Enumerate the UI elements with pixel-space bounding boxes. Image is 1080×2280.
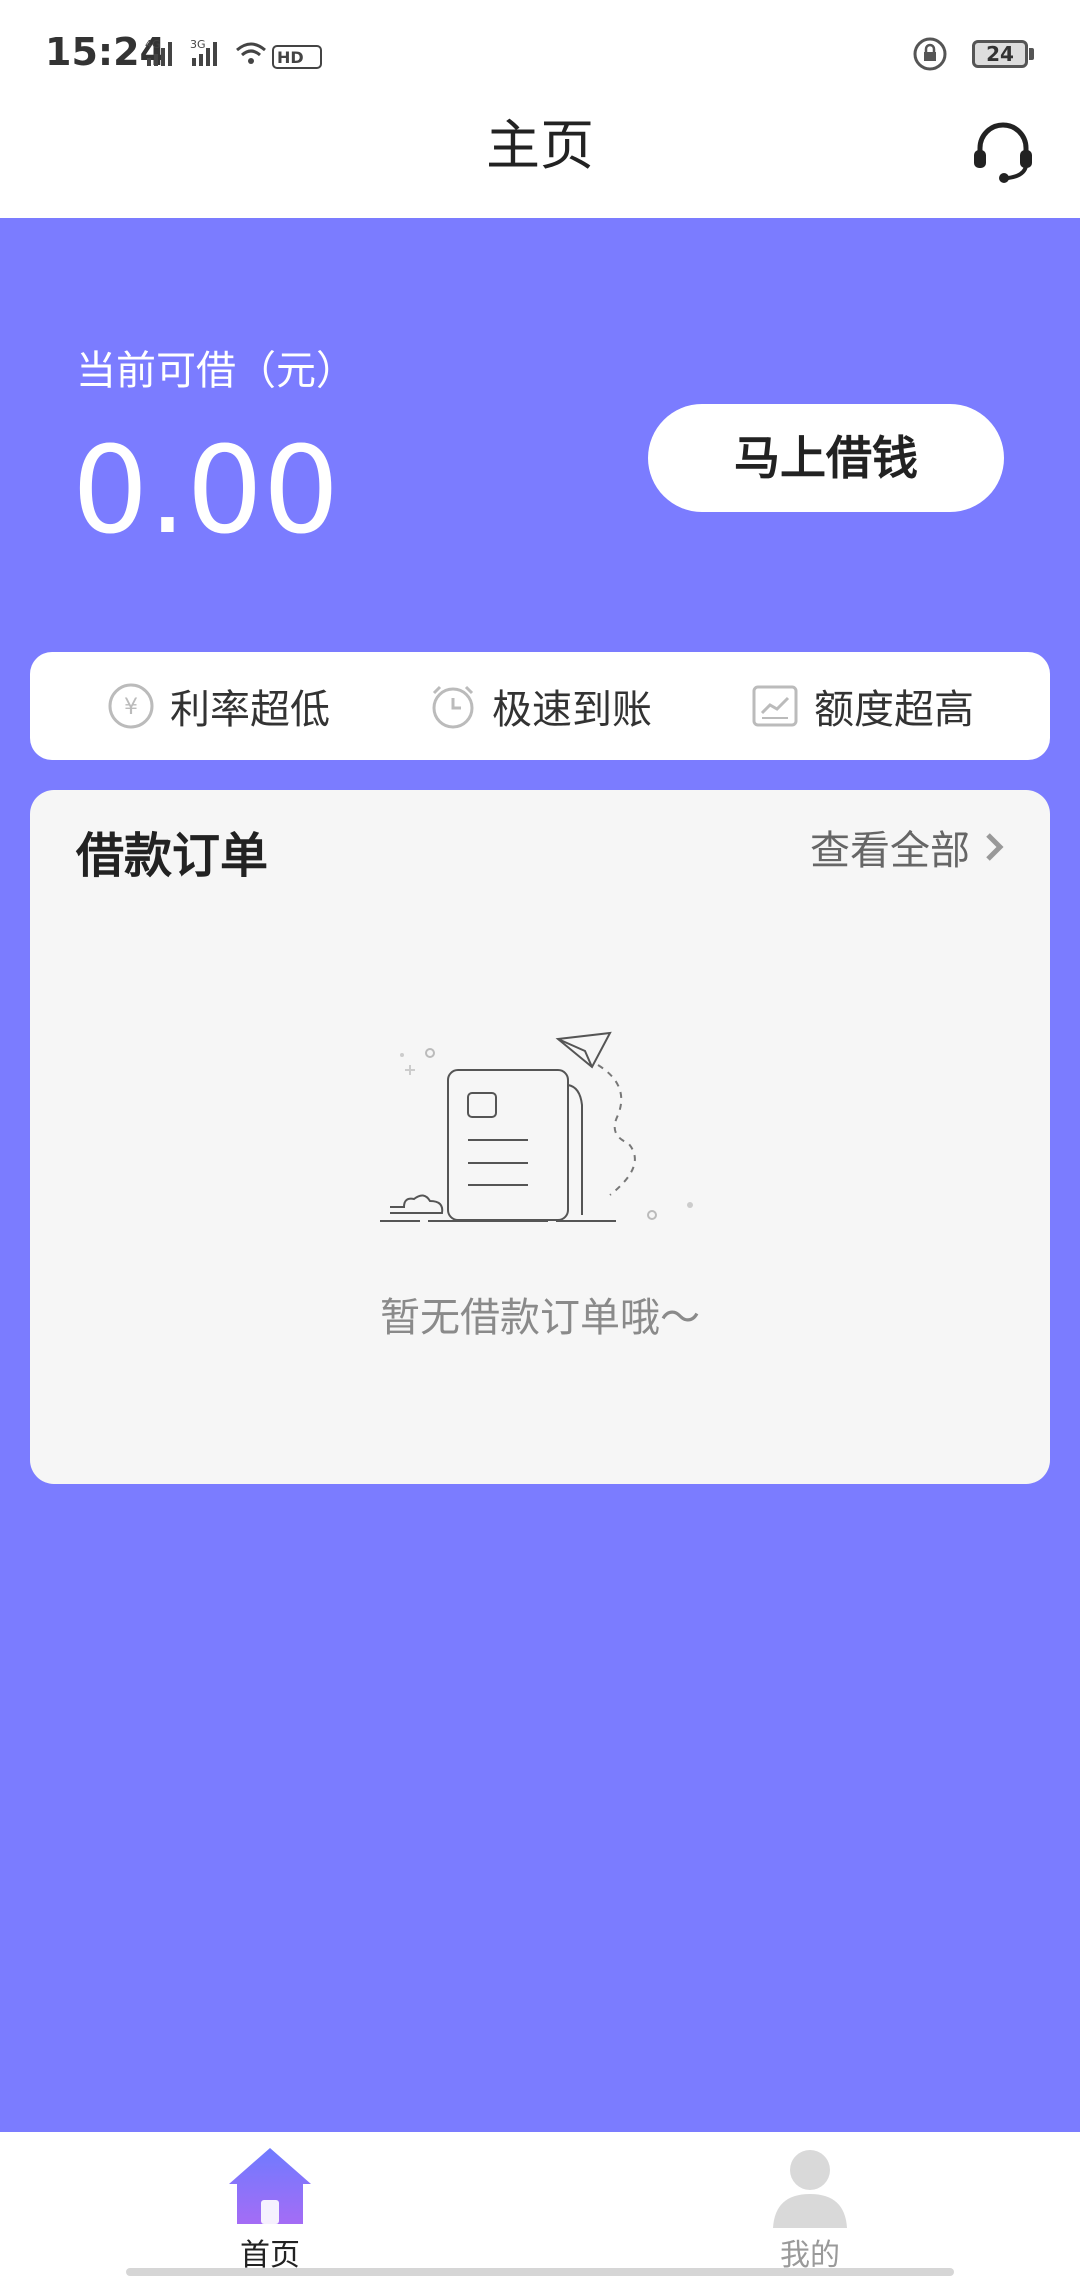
alarm-clock-icon (432, 685, 474, 729)
feature-high-limit: 额度超高 (750, 652, 974, 760)
header-bar: 主页 (0, 110, 1080, 218)
available-credit-amount: 0.00 (72, 422, 340, 561)
battery-tip (1029, 48, 1034, 60)
feature-label: 极速到账 (492, 687, 652, 733)
tab-home[interactable]: 首页 (170, 2132, 370, 2280)
trend-chart-icon (752, 685, 798, 727)
view-all-label: 查看全部 (810, 828, 970, 874)
loan-orders-card: 借款订单 查看全部 暂无借款订单哦～ (30, 790, 1050, 1484)
page-title: 主页 (486, 114, 594, 177)
svg-text:HD: HD (277, 48, 304, 67)
feature-fast-transfer: 极速到账 (428, 652, 652, 760)
borrow-now-button[interactable]: 马上借钱 (648, 404, 1004, 512)
empty-orders-illustration (380, 1031, 693, 1222)
feature-low-rate: ¥ 利率超低 (106, 652, 330, 760)
yen-coin-icon: ¥ (108, 683, 154, 729)
chevron-right-icon (986, 833, 1004, 861)
rotation-lock-icon (913, 37, 947, 71)
svg-text:3G: 3G (190, 38, 206, 51)
svg-text:4G: 4G (145, 38, 161, 51)
svg-text:¥: ¥ (124, 695, 138, 720)
person-icon (773, 2150, 847, 2228)
features-card: ¥ 利率超低 极速到账 额度超高 (30, 652, 1050, 760)
battery-level: 24 (972, 40, 1028, 68)
empty-orders-text: 暂无借款订单哦～ (380, 1295, 700, 1341)
signal-wifi-icons: 4G 3G HD (145, 38, 322, 69)
tab-mine[interactable]: 我的 (710, 2132, 910, 2280)
feature-label: 额度超高 (814, 687, 974, 733)
feature-label: 利率超低 (170, 687, 330, 733)
bottom-tab-bar: 首页 我的 (0, 2132, 1080, 2280)
home-indicator[interactable] (126, 2268, 954, 2276)
view-all-link[interactable]: 查看全部 (810, 818, 1008, 876)
home-icon (229, 2148, 311, 2224)
customer-service-headset-icon[interactable] (968, 116, 1038, 186)
orders-title: 借款订单 (76, 828, 269, 884)
available-credit-label: 当前可借（元） (76, 348, 356, 394)
status-bar: 15:24 4G 3G HD 24 (0, 0, 1080, 110)
